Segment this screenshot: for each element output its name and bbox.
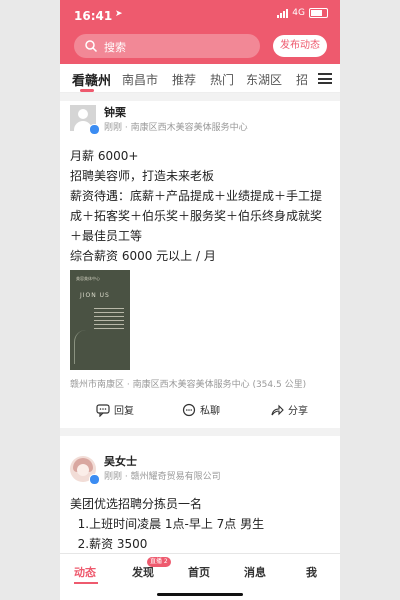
- nav-feed[interactable]: 动态: [74, 564, 96, 580]
- battery-icon: [309, 8, 328, 18]
- post-line: 1.上班时间凌晨 1点-早上 7点 男生: [70, 517, 265, 531]
- app-screen: 16:41 ➤ 4G 搜索 发布动态 看赣州 南昌市 推荐 热门 东湖区 招 钟…: [60, 0, 340, 600]
- share-button[interactable]: 分享: [270, 402, 308, 417]
- tab-recommend[interactable]: 推荐: [172, 71, 196, 88]
- verified-icon: [89, 124, 100, 135]
- search-bar[interactable]: 搜索: [74, 34, 260, 58]
- post-line: 薪资待遇：底薪＋产品提成＋业绩提成＋手工提: [70, 189, 323, 203]
- tab-hot[interactable]: 热门: [210, 71, 234, 88]
- tab-nanchang[interactable]: 南昌市: [122, 71, 158, 88]
- network-label: 4G: [292, 8, 305, 18]
- tab-donghu[interactable]: 东湖区: [246, 71, 282, 88]
- search-icon: [85, 40, 98, 53]
- message-label: 私聊: [200, 406, 220, 417]
- category-tabs: 看赣州 南昌市 推荐 热门 东湖区 招: [60, 64, 340, 93]
- live-badge: 直播 2: [147, 557, 171, 567]
- comment-icon: [96, 403, 110, 417]
- post-image[interactable]: 美容美体中心 JION US: [70, 270, 130, 370]
- search-placeholder: 搜索: [104, 41, 126, 54]
- menu-icon[interactable]: [318, 73, 332, 84]
- message-button[interactable]: 私聊: [182, 402, 220, 417]
- author-name[interactable]: 钟栗: [104, 104, 126, 120]
- post-content[interactable]: 美团优选招聘分拣员一名 1.上班时间凌晨 1点-早上 7点 男生 2.薪资 35…: [70, 494, 332, 554]
- card-join: JION US: [80, 292, 110, 299]
- post-line: 综合薪资 6000 元以上 / 月: [70, 249, 216, 263]
- top-header: 搜索 发布动态: [60, 30, 340, 64]
- post-actions: 回复 私聊 分享: [60, 400, 340, 420]
- section-divider: [60, 428, 340, 436]
- post-line: 月薪 6000+: [70, 149, 139, 163]
- active-nav-indicator: [74, 582, 98, 584]
- nav-home[interactable]: 首页: [188, 564, 210, 580]
- reply-button[interactable]: 回复: [96, 402, 134, 417]
- post-line: 美团优选招聘分拣员一名: [70, 497, 203, 511]
- card-lines: [94, 308, 124, 338]
- post-line: 招聘美容师，打造未来老板: [70, 169, 215, 183]
- tab-kan-ganzhou[interactable]: 看赣州: [72, 70, 111, 89]
- post-location[interactable]: 赣州市南康区 · 南康区西木美容美体服务中心 (354.5 公里): [70, 377, 306, 390]
- home-indicator: [157, 593, 243, 596]
- signal-icon: [277, 8, 289, 18]
- active-tab-indicator: [80, 89, 94, 92]
- post-line: 2.薪资 3500: [70, 537, 148, 551]
- bottom-navigation: 动态 发现 直播 2 首页 消息 我: [60, 553, 340, 594]
- status-indicators: 4G: [277, 8, 328, 18]
- post-meta: 刚刚 · 赣州耀奇贸易有限公司: [104, 472, 221, 482]
- post-content[interactable]: 月薪 6000+ 招聘美容师，打造未来老板 薪资待遇：底薪＋产品提成＋业绩提成＋…: [70, 146, 332, 266]
- location-arrow-icon: ➤: [115, 9, 123, 19]
- nav-messages[interactable]: 消息: [244, 564, 266, 580]
- post-line: ＋最佳员工等: [70, 229, 143, 243]
- share-icon: [271, 404, 284, 415]
- card-brand: 美容美体中心: [76, 276, 100, 281]
- post-line: 成＋拓客奖＋伯乐奖＋服务奖＋伯乐终身成就奖: [70, 209, 323, 223]
- author-name[interactable]: 吴女士: [104, 453, 137, 469]
- tab-recruit[interactable]: 招: [296, 71, 308, 88]
- chat-icon: [182, 403, 196, 416]
- section-divider: [60, 93, 340, 101]
- nav-me[interactable]: 我: [306, 564, 317, 580]
- status-bar: 16:41 ➤ 4G: [60, 0, 340, 30]
- share-label: 分享: [288, 406, 308, 417]
- publish-button[interactable]: 发布动态: [273, 35, 327, 57]
- reply-label: 回复: [114, 406, 134, 417]
- leaf-decoration: [74, 330, 95, 364]
- post-meta: 刚刚 · 南康区西木美容美体服务中心: [104, 123, 248, 133]
- status-time: 16:41: [74, 9, 113, 23]
- verified-icon: [89, 474, 100, 485]
